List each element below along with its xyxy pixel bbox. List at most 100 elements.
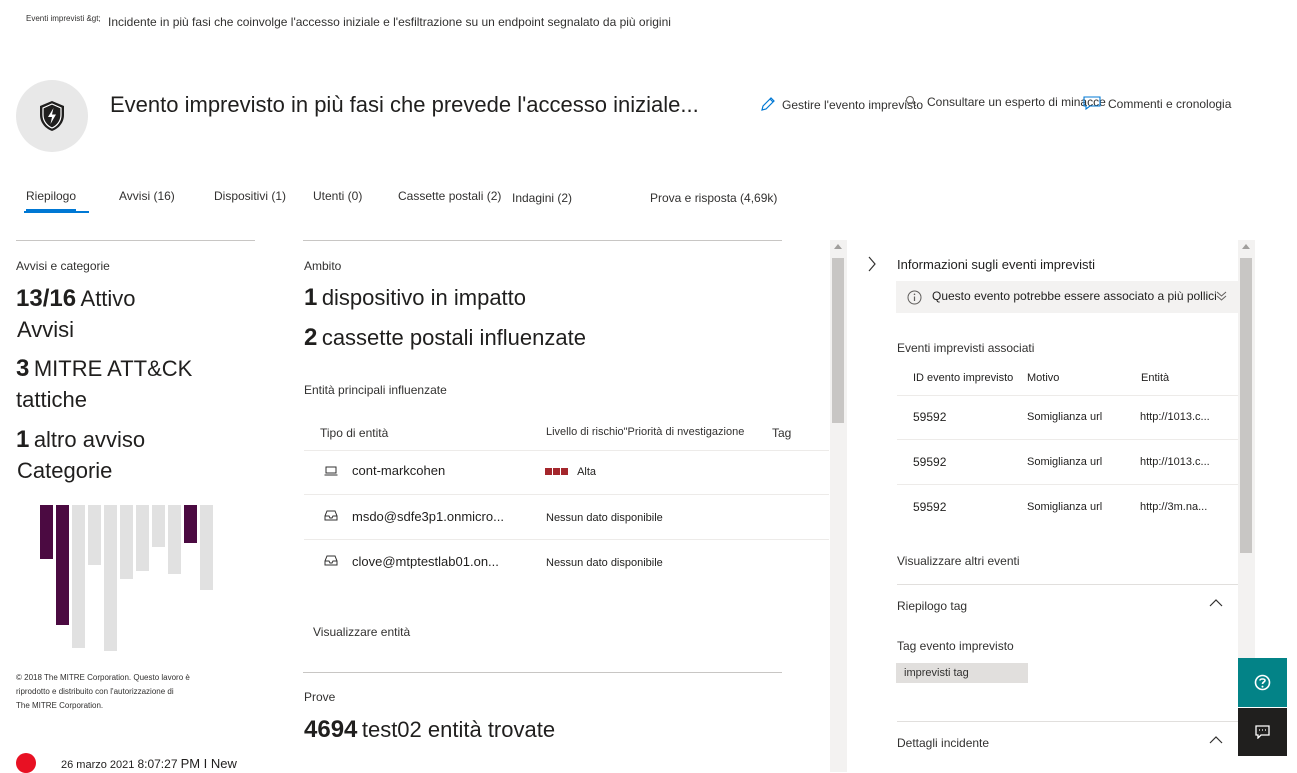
mitre-tactics-label-2: tattiche bbox=[16, 387, 87, 412]
incident-reason: Somiglianza url bbox=[1027, 456, 1103, 468]
impacted-mailboxes-stat: 2 cassette postali influenzate bbox=[304, 324, 586, 352]
section-divider bbox=[897, 584, 1238, 585]
mitre-tactic-bar[interactable] bbox=[168, 505, 181, 574]
info-icon bbox=[907, 290, 922, 305]
col-risk-level[interactable]: Livello di rischio"Priorità di nvestigaz… bbox=[546, 426, 744, 438]
incident-tag-label: Tag evento imprevisto bbox=[897, 639, 1014, 653]
tag-summary-title: Riepilogo tag bbox=[897, 599, 968, 613]
chat-icon bbox=[1255, 725, 1270, 739]
chevron-up-icon[interactable] bbox=[1209, 598, 1223, 607]
comment-icon bbox=[1083, 96, 1101, 111]
help-icon bbox=[1254, 674, 1271, 691]
mitre-tactic-bar[interactable] bbox=[40, 505, 53, 559]
incident-reason: Somiglianza url bbox=[1027, 411, 1103, 423]
chevron-right-icon[interactable] bbox=[867, 256, 877, 272]
tab-cassette-postali[interactable]: Cassette postali (2) bbox=[398, 189, 501, 203]
col-tag[interactable]: Tag bbox=[772, 426, 791, 440]
main-scrollbar[interactable] bbox=[830, 240, 847, 772]
mitre-tactic-bar[interactable] bbox=[200, 505, 213, 590]
table-row[interactable]: 59592 Somiglianza url http://1013.c... bbox=[897, 396, 1238, 440]
mitre-tactic-bar[interactable] bbox=[104, 505, 117, 651]
col-reason[interactable]: Motivo bbox=[1027, 372, 1059, 384]
table-row[interactable]: clove@mtptestlab01.on... Nessun dato dis… bbox=[304, 540, 829, 584]
tab-prova-risposta[interactable]: Prova e risposta (4,69k) bbox=[650, 191, 777, 205]
col-entity[interactable]: Entità bbox=[1141, 372, 1169, 384]
consult-expert-button[interactable]: Consultare un esperto di minacce bbox=[905, 95, 1106, 109]
double-chevron-down-icon[interactable] bbox=[1216, 291, 1227, 302]
tab-utenti[interactable]: Utenti (0) bbox=[313, 189, 362, 203]
incident-details-title: Dettagli incidente bbox=[897, 736, 990, 750]
tab-riepilogo[interactable]: Riepilogo bbox=[26, 189, 77, 211]
risk-level: Nessun dato disponibile bbox=[546, 512, 663, 524]
evidence-label: test02 entità trovate bbox=[361, 717, 556, 742]
col-incident-id[interactable]: ID evento imprevisto bbox=[913, 372, 1013, 384]
mitre-tactics-stat: 3 MITRE ATT&CK bbox=[16, 355, 192, 383]
other-alerts-label-2: Categorie bbox=[17, 458, 113, 483]
mitre-tactic-bar[interactable] bbox=[184, 505, 197, 543]
view-more-incidents-link[interactable]: Visualizzare altri eventi bbox=[897, 554, 1020, 568]
scroll-thumb[interactable] bbox=[1240, 258, 1252, 553]
entity-name[interactable]: msdo@sdfe3p1.onmicro... bbox=[352, 509, 504, 524]
copyright-line-1: © 2018 The MITRE Corporation. Questo lav… bbox=[16, 673, 190, 682]
tab-avvisi[interactable]: Avvisi (16) bbox=[119, 189, 175, 203]
incident-icon-circle bbox=[16, 80, 88, 152]
feedback-button[interactable] bbox=[1238, 708, 1287, 756]
panel-scrollbar[interactable] bbox=[1238, 240, 1255, 660]
tab-dispositivi[interactable]: Dispositivi (1) bbox=[214, 189, 286, 203]
active-alerts-label-2: Avvisi bbox=[17, 317, 75, 342]
entity-name[interactable]: cont-markcohen bbox=[352, 463, 445, 478]
incident-id[interactable]: 59592 bbox=[913, 410, 946, 424]
mitre-tactic-bar[interactable] bbox=[152, 505, 165, 547]
manage-incident-button[interactable]: Gestire l'evento imprevisto bbox=[760, 96, 923, 112]
incident-entity: http://1013.c... bbox=[1140, 456, 1210, 468]
left-divider bbox=[16, 240, 255, 241]
active-alerts-count: 13/16 bbox=[16, 285, 77, 312]
mitre-tactic-bar[interactable] bbox=[136, 505, 149, 571]
mitre-tactic-bar[interactable] bbox=[56, 505, 69, 625]
col-entity-type[interactable]: Tipo di entità bbox=[320, 426, 388, 440]
table-row[interactable]: cont-markcohen Alta bbox=[304, 451, 829, 495]
scroll-thumb[interactable] bbox=[832, 258, 844, 423]
associated-incidents-title: Eventi imprevisti associati bbox=[897, 341, 1035, 355]
scroll-up-icon[interactable] bbox=[834, 244, 842, 249]
chevron-up-icon[interactable] bbox=[1209, 735, 1223, 744]
tag-chip[interactable]: imprevisti tag bbox=[896, 663, 1028, 683]
alerts-categories-title: Avvisi e categorie bbox=[16, 259, 110, 273]
entity-name[interactable]: clove@mtptestlab01.on... bbox=[352, 554, 499, 569]
top-entities-title: Entità principali influenzate bbox=[304, 383, 447, 397]
info-banner[interactable]: Questo evento potrebbe essere associato … bbox=[896, 281, 1238, 313]
breadcrumb-current: Incidente in più fasi che coinvolge l'ac… bbox=[108, 15, 671, 29]
mitre-tactic-bar[interactable] bbox=[72, 505, 85, 648]
mailbox-icon bbox=[324, 555, 338, 566]
incident-reason: Somiglianza url bbox=[1027, 501, 1103, 513]
pencil-icon bbox=[761, 97, 775, 111]
incident-id[interactable]: 59592 bbox=[913, 500, 946, 514]
help-button[interactable] bbox=[1238, 658, 1287, 707]
mitre-tactics-count: 3 bbox=[16, 355, 30, 382]
scroll-up-icon[interactable] bbox=[1242, 244, 1250, 249]
footer-time: 8:07:27 bbox=[137, 757, 178, 771]
comments-history-label: Commenti e cronologia bbox=[1108, 97, 1232, 111]
evidence-divider bbox=[303, 672, 782, 673]
risk-square bbox=[545, 468, 552, 475]
impacted-mailboxes-count: 2 bbox=[304, 324, 318, 351]
table-row[interactable]: 59592 Somiglianza url http://3m.na... bbox=[897, 485, 1238, 529]
table-row[interactable]: 59592 Somiglianza url http://1013.c... bbox=[897, 440, 1238, 484]
risk-label: Alta bbox=[577, 466, 597, 478]
mitre-tactics-label: MITRE ATT&CK bbox=[33, 356, 193, 381]
tab-indagini[interactable]: Indagini (2) bbox=[512, 191, 572, 205]
laptop-icon bbox=[324, 466, 338, 476]
comments-history-button[interactable]: Commenti e cronologia bbox=[1083, 96, 1231, 111]
page-title: Evento imprevisto in più fasi che preved… bbox=[110, 92, 699, 117]
footer-date: 26 marzo 2021 bbox=[61, 759, 135, 771]
table-row[interactable]: msdo@sdfe3p1.onmicro... Nessun dato disp… bbox=[304, 495, 829, 539]
mitre-tactic-bar[interactable] bbox=[88, 505, 101, 565]
other-alerts-count: 1 bbox=[16, 426, 30, 453]
breadcrumb-parent[interactable]: Eventi imprevisti &gt; bbox=[26, 14, 101, 23]
evidence-title: Prove bbox=[304, 690, 336, 704]
view-entities-link[interactable]: Visualizzare entità bbox=[313, 625, 410, 639]
incident-id[interactable]: 59592 bbox=[913, 455, 946, 469]
mitre-tactic-bar[interactable] bbox=[120, 505, 133, 579]
impacted-mailboxes-label: cassette postali influenzate bbox=[321, 325, 586, 350]
risk-level: Nessun dato disponibile bbox=[546, 557, 663, 569]
